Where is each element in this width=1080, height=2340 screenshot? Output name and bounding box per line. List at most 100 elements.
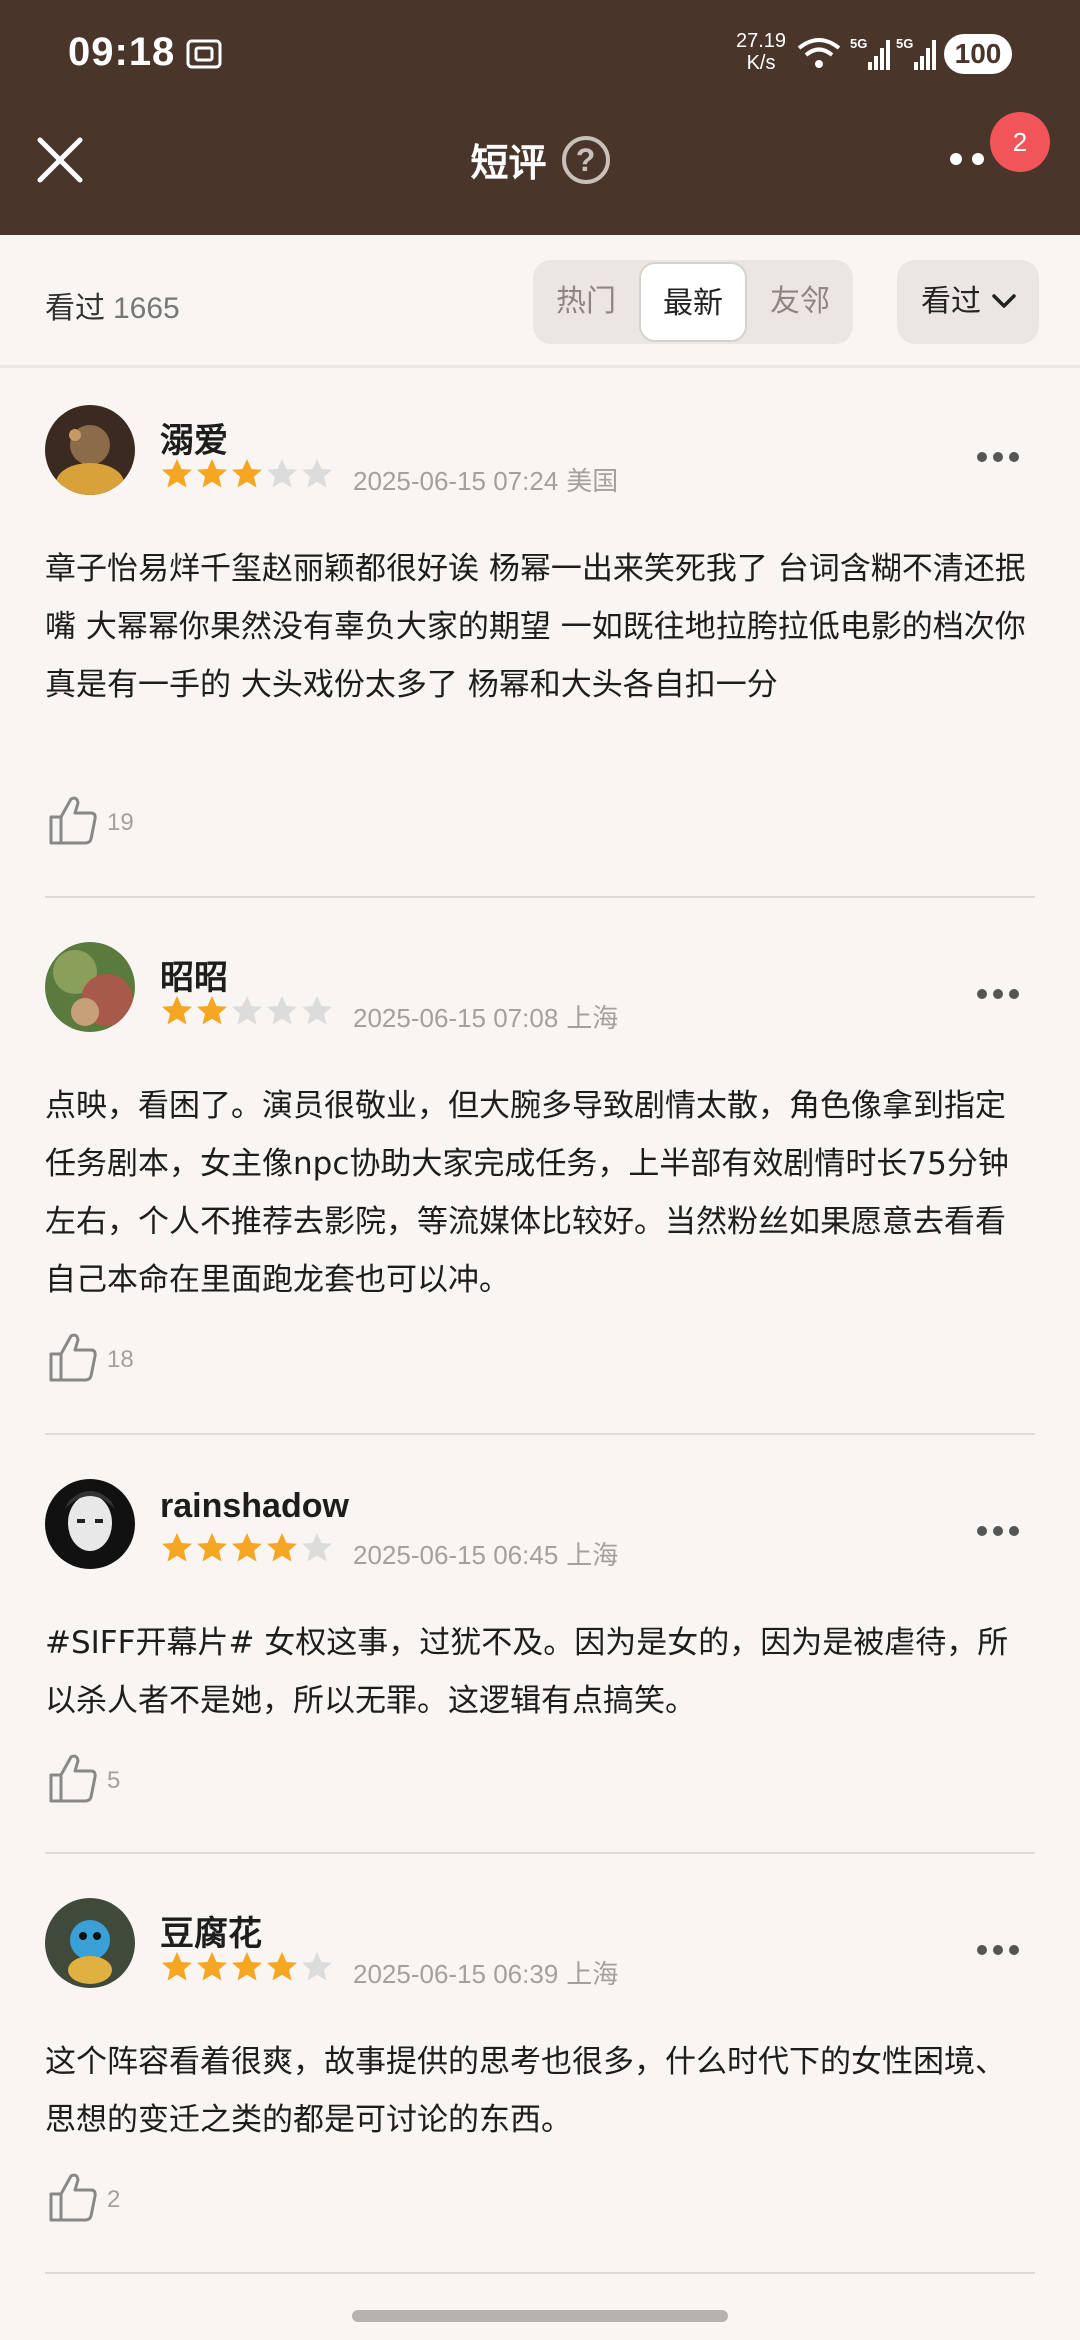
like-button[interactable]: 2: [45, 2170, 165, 2226]
star-empty-icon: [302, 996, 332, 1025]
location: 上海: [566, 1541, 619, 1571]
like-button[interactable]: 19: [45, 793, 165, 849]
avatar[interactable]: [45, 405, 135, 495]
sort-tabs: 热门 最新 友邻: [533, 260, 853, 344]
tab-latest[interactable]: 最新: [639, 262, 747, 342]
timestamp: 2025-06-15 07:08: [353, 1003, 559, 1033]
star-filled-icon: [197, 996, 227, 1025]
svg-text:5G: 5G: [850, 36, 867, 51]
rating-stars: [160, 457, 335, 491]
review-item: 豆腐花 2025-06-15 06:39 上海 这个阵容看着很爽，故事提供的思考也…: [45, 1898, 1035, 2228]
username[interactable]: 溺爱: [160, 413, 228, 462]
star-empty-icon: [302, 459, 332, 488]
divider: [45, 1852, 1035, 1854]
divider: [45, 896, 1035, 898]
review-meta: 2025-06-15 06:39 上海: [353, 1954, 618, 1991]
star-filled-icon: [162, 1533, 192, 1562]
watched-count: 1665: [113, 292, 180, 325]
status-filter-dropdown[interactable]: 看过: [897, 260, 1039, 344]
more-options-icon[interactable]: [977, 1940, 1027, 1955]
rating-stars: [160, 994, 335, 1028]
star-filled-icon: [197, 1952, 227, 1981]
signal-5g-icon: 5G: [896, 36, 936, 70]
help-icon[interactable]: ?: [561, 135, 610, 184]
star-empty-icon: [232, 996, 262, 1025]
review-text: 点映，看困了。演员很敬业，但大腕多导致剧情太散，角色像拿到指定任务剧本，女主像n…: [45, 1088, 1009, 1298]
star-filled-icon: [162, 1952, 192, 1981]
divider: [45, 2272, 1035, 2274]
review-text: 章子怡易烊千玺赵丽颖都很好诶 杨幂一出来笑死我了 台词含糊不清还抿嘴 大幂幂你果…: [45, 551, 1026, 703]
watched-label: 看过: [45, 291, 105, 326]
username[interactable]: 昭昭: [160, 950, 228, 999]
tab-hot[interactable]: 热门: [533, 260, 639, 344]
status-filter-label: 看过: [921, 284, 981, 319]
more-options-icon[interactable]: [977, 984, 1027, 999]
avatar[interactable]: [45, 1479, 135, 1569]
star-empty-icon: [267, 459, 297, 488]
dot-icon: [972, 153, 984, 165]
tab-friends[interactable]: 友邻: [747, 260, 853, 344]
star-filled-icon: [267, 1952, 297, 1981]
star-filled-icon: [162, 459, 192, 488]
review-item: 溺爱 2025-06-15 07:24 美国 章子怡易烊千玺赵丽颖都很好诶 杨幂一…: [45, 405, 1035, 855]
title-area: 短评 ?: [0, 132, 1080, 187]
thumbs-up-icon: [49, 1754, 97, 1803]
avatar[interactable]: [45, 942, 135, 1032]
watched-summary: 看过 1665: [45, 283, 180, 327]
username[interactable]: rainshadow: [160, 1487, 349, 1526]
location: 上海: [566, 1004, 619, 1034]
timestamp: 2025-06-15 06:39: [353, 1959, 559, 1989]
more-options-icon[interactable]: [977, 1521, 1027, 1536]
location: 美国: [566, 467, 619, 497]
page-title: 短评: [470, 141, 547, 185]
dot-icon: [950, 153, 962, 165]
review-meta: 2025-06-15 06:45 上海: [353, 1535, 618, 1572]
screenshot-icon: [186, 39, 222, 69]
timestamp: 2025-06-15 06:45: [353, 1540, 559, 1570]
battery-indicator: 100: [944, 34, 1012, 74]
filter-bar: 看过 1665 热门 最新 友邻 看过: [0, 235, 1080, 368]
star-filled-icon: [197, 1533, 227, 1562]
like-count: 18: [107, 1346, 134, 1373]
rating-stars: [160, 1950, 335, 1984]
review-item: rainshadow 2025-06-15 06:45 上海 #SIFF开幕片# …: [45, 1479, 1035, 1809]
star-empty-icon: [267, 996, 297, 1025]
like-count: 19: [107, 809, 134, 836]
star-filled-icon: [232, 1952, 262, 1981]
chevron-down-icon: [992, 294, 1016, 308]
review-text: #SIFF开幕片# 女权这事，过犹不及。因为是女的，因为是被虐待，所以杀人者不是…: [45, 1625, 1009, 1719]
divider: [45, 1433, 1035, 1435]
notification-badge[interactable]: 2: [990, 112, 1050, 172]
status-time: 09:18: [68, 30, 176, 74]
like-count: 5: [107, 1767, 121, 1794]
like-button[interactable]: 5: [45, 1751, 165, 1807]
review-text: 这个阵容看着很爽，故事提供的思考也很多，什么时代下的女性困境、思想的变迁之类的都…: [45, 2044, 1006, 2138]
wifi-icon: [797, 38, 841, 68]
timestamp: 2025-06-15 07:24: [353, 466, 559, 496]
username[interactable]: 豆腐花: [160, 1906, 262, 1955]
like-button[interactable]: 18: [45, 1330, 165, 1386]
star-filled-icon: [267, 1533, 297, 1562]
star-filled-icon: [197, 459, 227, 488]
review-meta: 2025-06-15 07:08 上海: [353, 998, 618, 1035]
more-options-icon[interactable]: [977, 447, 1027, 462]
star-filled-icon: [232, 459, 262, 488]
review-item: 昭昭 2025-06-15 07:08 上海 点映，看困了。演员很敬业，但大腕多导…: [45, 942, 1035, 1392]
svg-text:5G: 5G: [896, 36, 913, 51]
star-empty-icon: [302, 1533, 332, 1562]
network-speed: 27.19 K/s: [736, 30, 787, 74]
rating-stars: [160, 1531, 335, 1565]
star-filled-icon: [232, 1533, 262, 1562]
like-count: 2: [107, 2186, 121, 2213]
signal-5g-icon: 5G: [850, 36, 890, 70]
thumbs-up-icon: [49, 1333, 97, 1382]
thumbs-up-icon: [49, 2173, 97, 2222]
avatar[interactable]: [45, 1898, 135, 1988]
review-meta: 2025-06-15 07:24 美国: [353, 461, 618, 498]
star-filled-icon: [162, 996, 192, 1025]
home-indicator[interactable]: [352, 2310, 728, 2322]
top-bar: 09:18 27.19 K/s 5G 5G 100 短评 ? 2: [0, 0, 1080, 235]
thumbs-up-icon: [49, 796, 97, 845]
star-empty-icon: [302, 1952, 332, 1981]
location: 上海: [566, 1960, 619, 1990]
